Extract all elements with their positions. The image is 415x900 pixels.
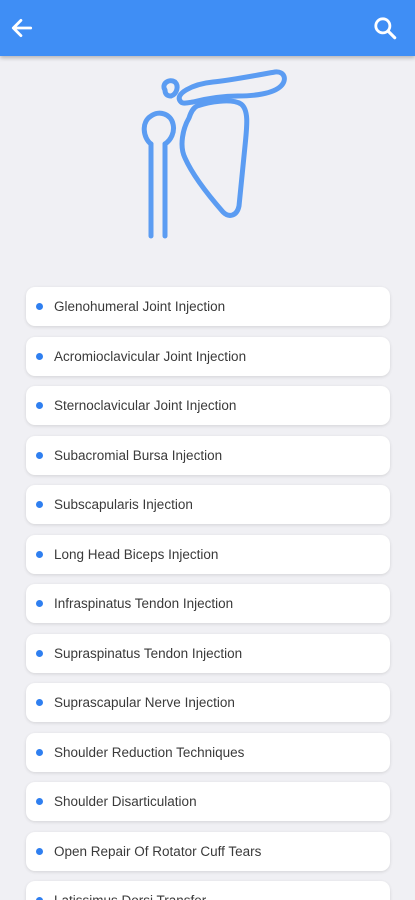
list-item-label: Acromioclavicular Joint Injection [54, 348, 247, 364]
procedure-list: Glenohumeral Joint Injection Acromioclavi… [26, 287, 390, 900]
list-item-label: Sternoclavicular Joint Injection [54, 398, 237, 413]
list-item[interactable]: Supraspinatus Tendon Injection [26, 633, 390, 673]
list-item[interactable]: Infraspinatus Tendon Injection [26, 584, 390, 623]
list-item-label: Glenohumeral Joint Injection [54, 299, 226, 314]
list-item[interactable]: Suprascapular Nerve Injection [26, 683, 390, 722]
list-item[interactable]: Open Repair Of Rotator Cuff Tears [26, 831, 390, 871]
app-screen: Glenohumeral Joint Injection Acromioclavi… [0, 0, 415, 900]
back-button[interactable] [4, 10, 40, 46]
app-bar [0, 0, 415, 56]
list-item[interactable]: Latissimus Dorsi Transfer [26, 881, 390, 900]
list-item[interactable]: Acromioclavicular Joint Injection [26, 336, 390, 376]
bullet-dot-icon [36, 402, 43, 409]
list-item-label: Suprascapular Nerve Injection [54, 695, 235, 710]
list-item-label: Shoulder Reduction Techniques [54, 744, 245, 760]
search-button[interactable] [367, 10, 403, 46]
list-item[interactable]: Subscapularis Injection [26, 485, 390, 524]
bullet-dot-icon [36, 303, 43, 310]
hero-illustration [0, 56, 415, 276]
list-item-label: Latissimus Dorsi Transfer [54, 893, 206, 900]
list-item[interactable]: Subacromial Bursa Injection [26, 435, 390, 475]
list-item[interactable]: Sternoclavicular Joint Injection [26, 386, 390, 425]
bullet-dot-icon [36, 550, 43, 558]
shoulder-joint-icon [141, 69, 287, 239]
bullet-dot-icon [36, 501, 43, 508]
list-item-label: Long Head Biceps Injection [54, 546, 219, 562]
list-item[interactable]: Shoulder Disarticulation [26, 782, 390, 821]
search-icon [374, 17, 397, 40]
list-item[interactable]: Long Head Biceps Injection [26, 534, 390, 574]
bullet-dot-icon [36, 352, 43, 360]
arrow-left-icon [11, 19, 33, 37]
bullet-dot-icon [36, 451, 43, 459]
bullet-dot-icon [36, 798, 43, 805]
bullet-dot-icon [36, 649, 43, 657]
list-item-label: Open Repair Of Rotator Cuff Tears [54, 843, 262, 859]
list-item-label: Infraspinatus Tendon Injection [54, 596, 234, 611]
list-item-label: Subscapularis Injection [54, 497, 193, 512]
bullet-dot-icon [36, 699, 43, 706]
bullet-dot-icon [36, 600, 43, 607]
list-item[interactable]: Shoulder Reduction Techniques [26, 732, 390, 772]
bullet-dot-icon [36, 748, 43, 756]
bullet-dot-icon [36, 847, 43, 855]
list-item[interactable]: Glenohumeral Joint Injection [26, 287, 390, 326]
list-item-label: Shoulder Disarticulation [54, 794, 197, 809]
list-item-label: Supraspinatus Tendon Injection [54, 645, 243, 661]
list-item-label: Subacromial Bursa Injection [54, 447, 223, 463]
